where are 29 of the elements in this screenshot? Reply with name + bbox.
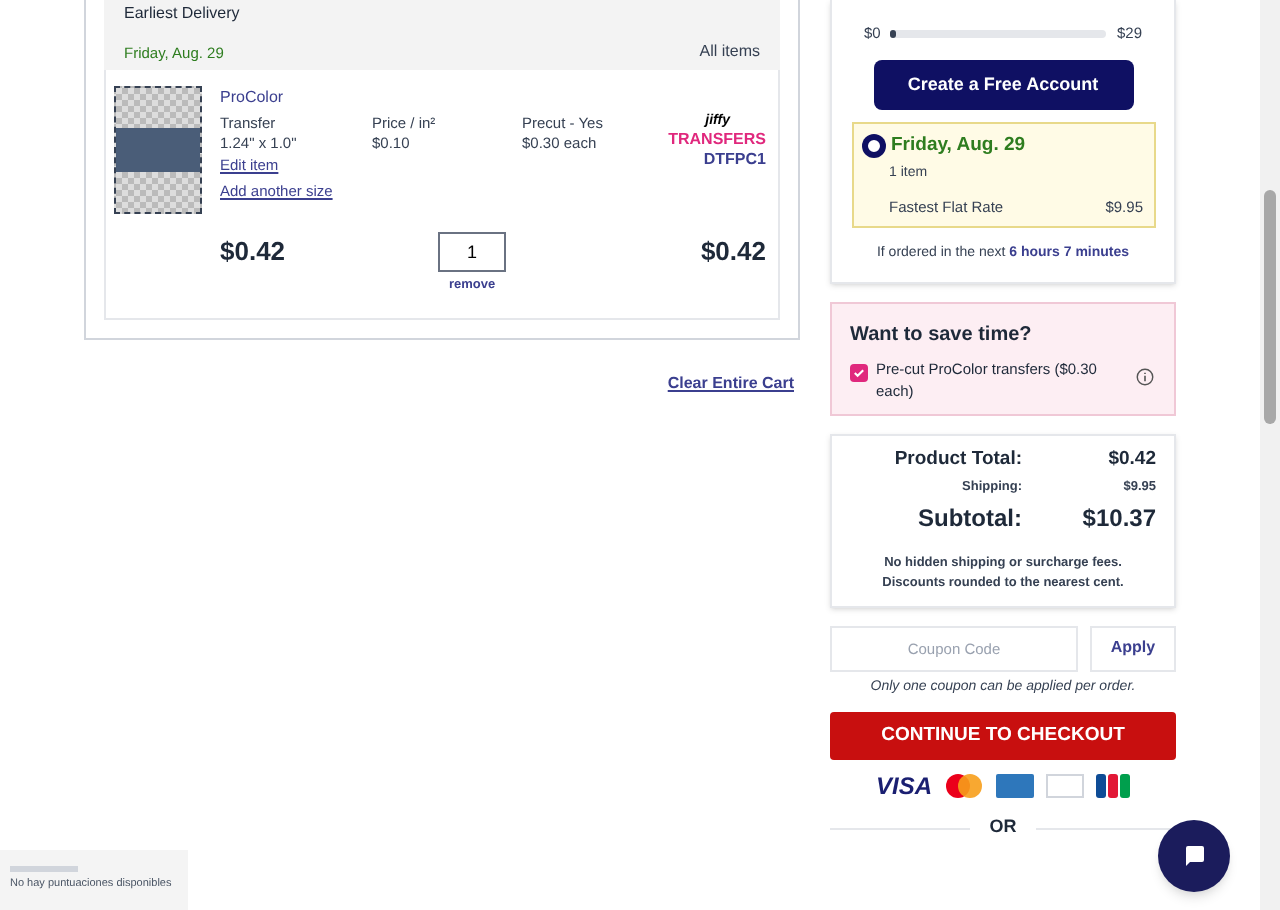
product-name: ProColor — [220, 86, 286, 108]
chat-button[interactable] — [1158, 820, 1230, 892]
chat-bubble-icon — [1182, 844, 1206, 868]
jcb-card-icon — [1096, 774, 1130, 799]
visa-logo: VISA — [875, 774, 932, 799]
photo-placeholder — [116, 128, 200, 172]
quantity-field[interactable]: 1 — [438, 232, 506, 272]
checkbox[interactable] — [850, 363, 868, 382]
precut-title: Want to save time? — [850, 321, 1034, 350]
subtotal-label: Subtotal: — [916, 501, 1022, 536]
subtotal-value: $10.37 — [1082, 501, 1156, 536]
product-total-value: $0.42 — [1108, 445, 1156, 474]
apply-button[interactable]: Apply — [1090, 625, 1176, 672]
clear-cart-link[interactable]: Clear Entire Cart — [667, 372, 794, 396]
delivery-title: Earliest Delivery — [124, 2, 242, 26]
radio-button[interactable] — [863, 136, 883, 157]
product-sku: DTFPC1 — [703, 150, 766, 170]
delivery-scope: All items — [699, 40, 760, 64]
create-account-button[interactable]: Create a Free Account — [873, 60, 1133, 111]
checkout-button[interactable]: CONTINUE TO CHECKOUT — [830, 712, 1176, 761]
line-total: $0.42 — [698, 234, 768, 270]
shipping-date: Friday, Aug. 29 — [891, 132, 1026, 161]
unit-price: $0.42 — [220, 234, 288, 270]
mastercard-logo — [944, 774, 984, 799]
or-separator: OR — [989, 814, 1017, 841]
amex-card-icon — [996, 774, 1034, 799]
info-icon[interactable] — [1136, 367, 1154, 386]
product-total-label: Product Total: — [892, 445, 1022, 474]
brand-logo-bottom: TRANSFERS — [668, 130, 766, 150]
